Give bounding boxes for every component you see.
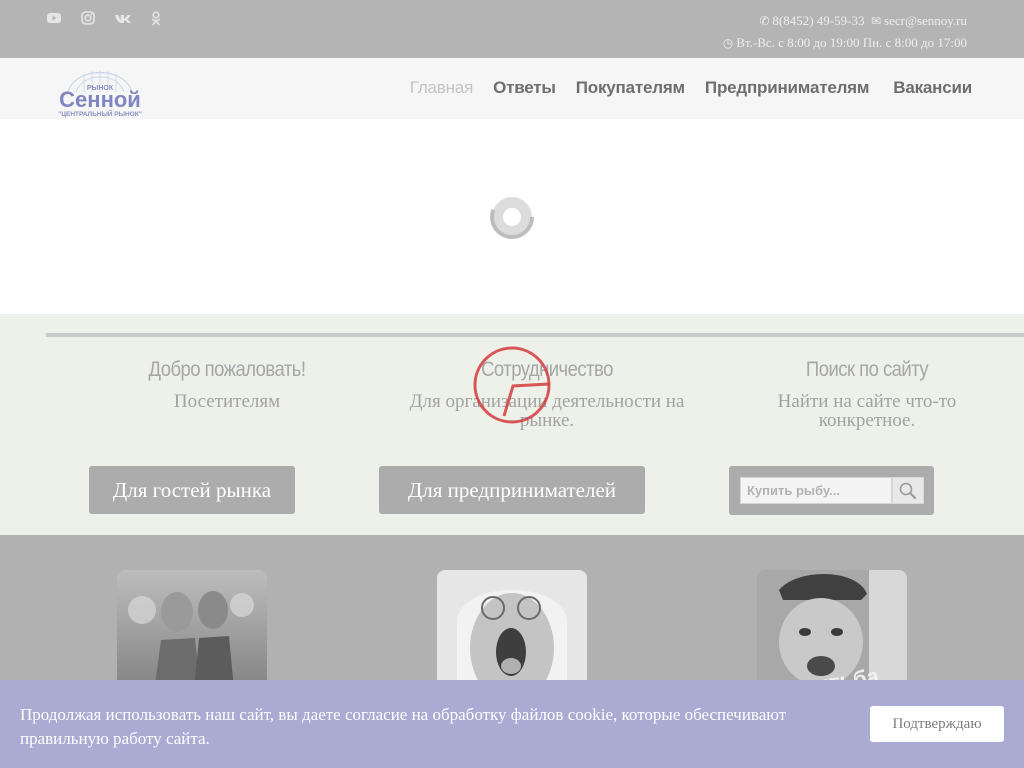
phone-number[interactable]: 8(8452) 49-59-33	[772, 13, 864, 28]
search-button[interactable]	[892, 477, 924, 504]
visitors-title: Добро пожаловать!	[148, 358, 307, 381]
search-text: Найти на сайте что-то конкретное.	[777, 391, 957, 431]
odnoklassniki-icon[interactable]	[148, 10, 164, 26]
vk-icon[interactable]	[114, 10, 131, 26]
search-input[interactable]	[740, 477, 892, 504]
social-links	[46, 10, 164, 26]
nav-item-entrepreneurs[interactable]: Предпринимателям	[705, 78, 870, 98]
search-icon	[899, 482, 917, 500]
stamp-icon	[473, 346, 551, 424]
site-header: РЫНОК Сенной "ЦЕНТРАЛЬНЫЙ РЫНОК" Главная…	[0, 58, 1024, 119]
entrepreneurs-button[interactable]: Для предпринимателей	[379, 466, 645, 514]
phone-icon: ✆	[759, 14, 770, 28]
site-logo[interactable]: РЫНОК Сенной "ЦЕНТРАЛЬНЫЙ РЫНОК"	[46, 62, 154, 118]
search-block: Поиск по сайту Найти на сайте что-то кон…	[752, 358, 982, 430]
site-search	[729, 466, 934, 515]
cookie-text: Продолжая использовать наш сайт, вы дает…	[20, 705, 787, 748]
cookie-accept-button[interactable]: Подтверждаю	[870, 706, 1004, 742]
nav-item-answers[interactable]: Ответы	[493, 78, 556, 98]
nav-item-buyers[interactable]: Покупателям	[576, 78, 685, 98]
contact-info: ✆ 8(8452) 49-59-33 ✉ secr@sennoy.ru ◷ Вт.-В…	[723, 10, 967, 54]
svg-text:"ЦЕНТРАЛЬНЫЙ РЫНОК": "ЦЕНТРАЛЬНЫЙ РЫНОК"	[58, 109, 142, 118]
youtube-icon[interactable]	[46, 10, 62, 26]
slider-area	[0, 119, 1024, 314]
working-hours: Вт.-Вс. с 8:00 до 19:00 Пн. с 8:00 до 17…	[736, 35, 967, 50]
svg-text:Сенной: Сенной	[59, 87, 141, 112]
top-bar: ✆ 8(8452) 49-59-33 ✉ secr@sennoy.ru ◷ Вт.-В…	[0, 0, 1024, 58]
loading-spinner-icon	[490, 195, 534, 239]
instagram-icon[interactable]	[80, 10, 96, 26]
search-title: Поиск по сайту	[805, 358, 929, 381]
visitors-text: Посетителям	[173, 391, 281, 412]
clock-icon: ◷	[722, 36, 734, 50]
nav-item-home[interactable]: Главная	[410, 78, 474, 98]
main-nav: Главная Ответы Покупателям Предпринимате…	[390, 78, 972, 98]
welcome-section: Добро пожаловать! Посетителям Сотрудниче…	[0, 314, 1024, 535]
guests-button[interactable]: Для гостей рынка	[89, 466, 295, 514]
envelope-icon: ✉	[870, 14, 882, 28]
email-link[interactable]: secr@sennoy.ru	[884, 13, 967, 28]
cookie-banner: Продолжая использовать наш сайт, вы дает…	[0, 680, 1024, 768]
section-divider	[46, 333, 1024, 337]
nav-item-vacancies[interactable]: Вакансии	[893, 78, 972, 98]
visitors-block: Добро пожаловать! Посетителям	[112, 358, 342, 411]
